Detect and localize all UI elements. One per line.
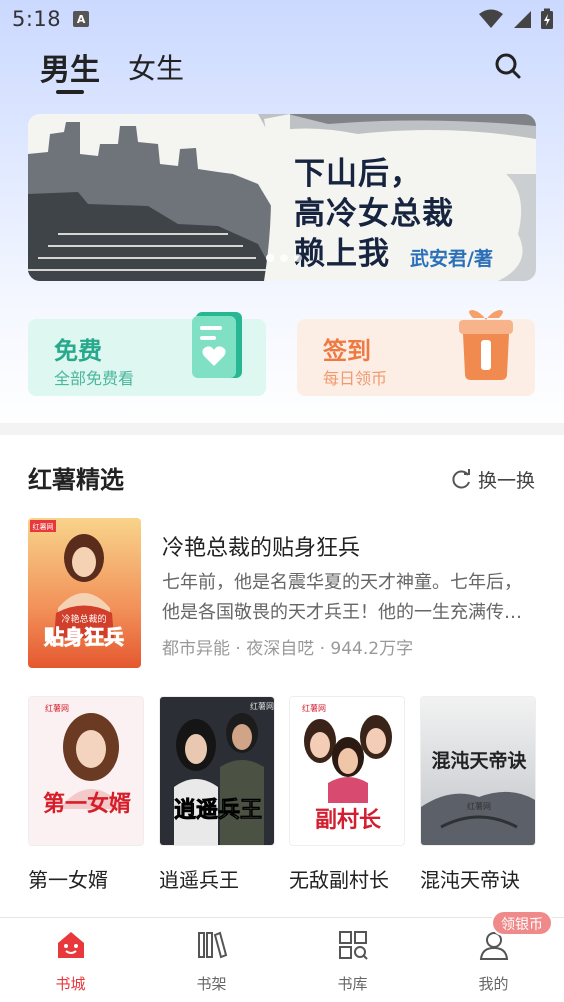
library-grid-icon <box>339 931 368 960</box>
book-cover-art: 混沌天帝诀 红薯网 <box>421 697 535 845</box>
book-cover-brand: 红薯网 <box>467 801 491 811</box>
book-cover-title: 副村长 <box>315 807 382 833</box>
free-book-icon <box>192 312 242 378</box>
tab-male-label: 男生 <box>40 53 100 88</box>
section-divider <box>0 423 564 435</box>
book-title: 逍遥兵王 <box>159 868 239 892</box>
home-icon <box>58 932 84 958</box>
featured-cover-small-text: 冷艳总裁的 <box>61 613 106 625</box>
bottom-navigation: 书城 书架 书库 我的 <box>0 917 564 1002</box>
refresh-icon <box>452 468 470 488</box>
book-title: 第一女婿 <box>28 868 108 892</box>
book-cover-title: 混沌天帝诀 <box>431 749 527 772</box>
book-cover: 逍遥兵王 红薯网 <box>159 696 275 846</box>
battery-icon <box>541 8 553 29</box>
banner-title-line: 下山后， <box>294 156 422 192</box>
free-card-subtitle: 全部免费看 <box>54 369 135 388</box>
book-cover: 第一女婿 红薯网 <box>28 696 144 846</box>
featured-cover-title: 贴身狂兵 <box>44 625 124 649</box>
book-cover-title: 第一女婿 <box>43 791 131 817</box>
search-button[interactable] <box>492 50 524 82</box>
book-item[interactable]: 副村长 红薯网 无敌副村长 <box>289 696 405 893</box>
book-item[interactable]: 混沌天帝诀 红薯网 混沌天帝诀 <box>420 696 536 893</box>
featured-cover-art: 冷艳总裁的 贴身狂兵 红薯网 <box>28 518 141 668</box>
book-title: 混沌天帝诀 <box>420 868 520 892</box>
bookshelf-icon <box>198 931 228 959</box>
sign-in-card-title: 签到 <box>323 337 371 365</box>
refresh-button[interactable]: 换一换 <box>450 466 535 493</box>
tab-female-label: 女生 <box>128 52 185 85</box>
book-item[interactable]: 逍遥兵王 红薯网 逍遥兵王 <box>159 696 275 893</box>
book-cover-art: 第一女婿 红薯网 <box>29 697 143 845</box>
book-cover-brand: 红薯网 <box>45 703 69 713</box>
book-cover-art: 逍遥兵王 红薯网 <box>160 697 274 845</box>
free-card[interactable]: 免费 全部免费看 <box>28 312 266 396</box>
tab-female[interactable]: 女生 <box>128 44 184 90</box>
featured-book-meta: 都市异能 · 夜深自呓 · 944.2万字 <box>162 639 414 659</box>
signal-icon <box>514 11 531 28</box>
free-card-title: 免费 <box>54 337 102 365</box>
book-cover-brand: 红薯网 <box>250 701 274 711</box>
tab-active-indicator <box>56 90 84 94</box>
carousel-dot <box>266 254 274 262</box>
status-icons <box>478 8 554 30</box>
section-title: 红薯精选 <box>28 466 124 494</box>
book-cover-brand: 红薯网 <box>302 703 326 713</box>
carousel-dot <box>294 254 302 262</box>
search-icon <box>495 53 521 79</box>
carousel-indicator <box>266 254 302 262</box>
nav-label: 我的 <box>478 975 509 993</box>
promo-banner[interactable]: 下山后， 高冷女总裁 赖上我 武安君/著 <box>28 114 536 281</box>
featured-cover-brand: 红薯网 <box>33 522 54 531</box>
book-item[interactable]: 第一女婿 红薯网 第一女婿 <box>28 696 144 893</box>
gift-box-icon <box>459 310 513 380</box>
status-bar: 5:18 A <box>0 0 564 38</box>
carousel-dot <box>280 254 288 262</box>
sign-in-card-subtitle: 每日领币 <box>323 369 388 388</box>
book-cover-title: 逍遥兵王 <box>174 797 262 823</box>
nav-item-library[interactable]: 书库 <box>282 918 423 1002</box>
wifi-icon <box>479 9 503 28</box>
nav-item-bookstore[interactable]: 书城 <box>0 918 141 1002</box>
featured-book-cover[interactable]: 冷艳总裁的 贴身狂兵 红薯网 <box>28 518 141 668</box>
tab-male[interactable]: 男生 <box>40 44 100 94</box>
nav-label: 书库 <box>337 975 368 993</box>
banner-title-line: 高冷女总裁 <box>294 196 454 232</box>
notification-icon: A <box>73 11 90 27</box>
book-cover: 混沌天帝诀 红薯网 <box>420 696 536 846</box>
banner-author: 武安君/著 <box>410 248 493 270</box>
status-time: 5:18 <box>12 7 62 31</box>
sign-in-card[interactable]: 签到 每日领币 <box>297 310 535 396</box>
silver-coin-badge[interactable]: 领银币 <box>491 910 553 936</box>
book-cover: 副村长 红薯网 <box>289 696 405 846</box>
nav-item-bookshelf[interactable]: 书架 <box>141 918 282 1002</box>
gender-tabs: 男生 女生 <box>40 44 184 94</box>
book-cover-art: 副村长 红薯网 <box>290 697 404 845</box>
nav-label: 书架 <box>196 975 227 993</box>
featured-book-title[interactable]: 冷艳总裁的贴身狂兵 <box>162 530 360 562</box>
book-title: 无敌副村长 <box>289 868 389 892</box>
refresh-label: 换一换 <box>478 470 536 492</box>
nav-label: 书城 <box>55 975 86 993</box>
featured-book-description: 七年前，他是名震华夏的天才神童。七年后，他是各国敬畏的天才兵王！他的一生充满传奇… <box>162 572 522 623</box>
